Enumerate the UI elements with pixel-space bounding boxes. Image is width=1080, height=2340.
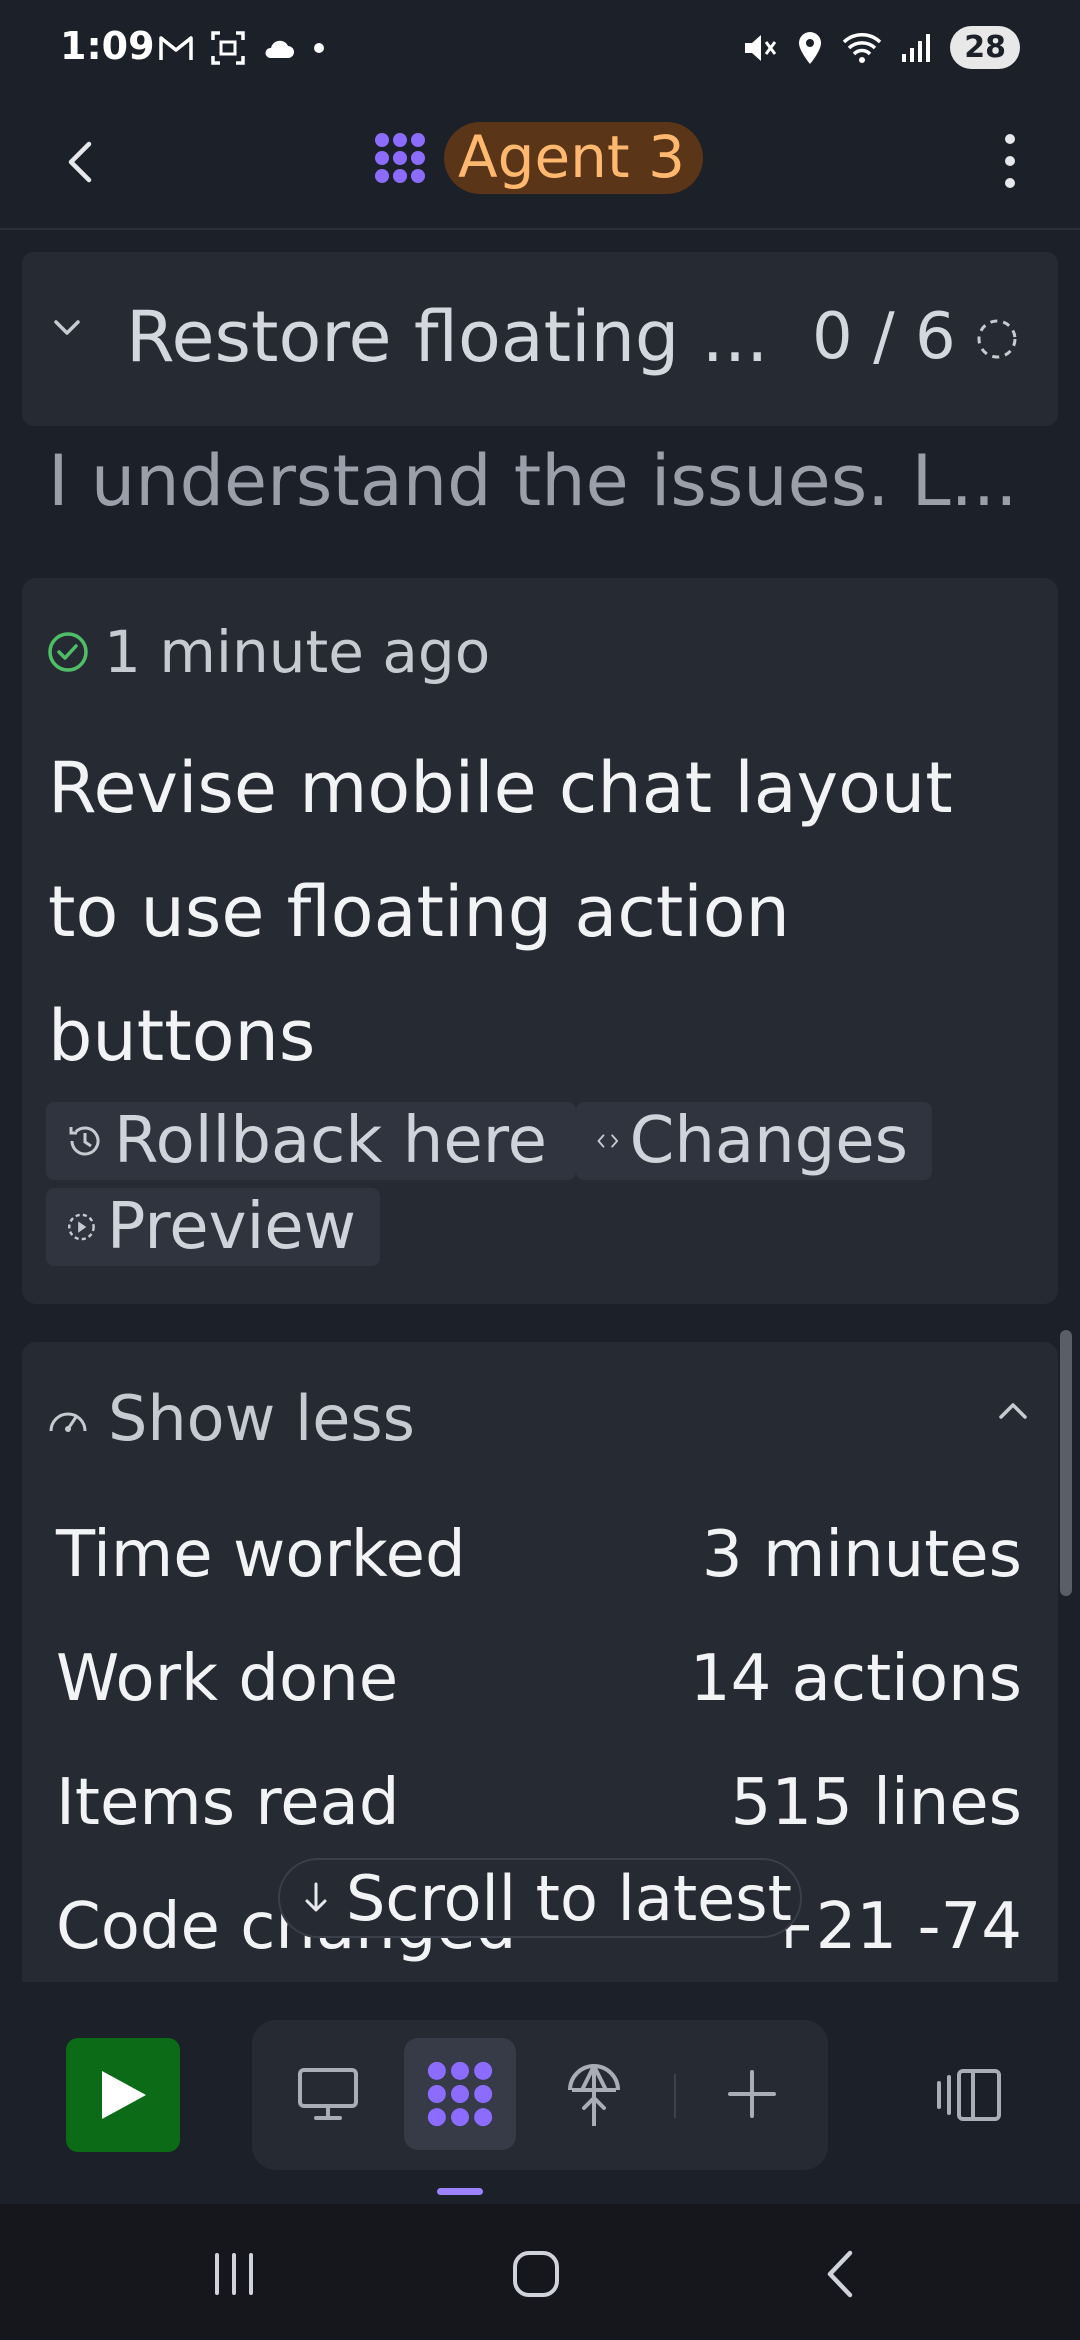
status-left-icons: [158, 30, 326, 66]
play-icon: [102, 2071, 146, 2119]
changes-label: Changes: [629, 1104, 908, 1178]
cloud-icon: [265, 40, 294, 58]
battery-indicator: 28: [950, 26, 1020, 69]
active-tab-indicator: [437, 2188, 483, 2195]
tab-desktop[interactable]: [272, 2038, 384, 2150]
chevron-left-icon: [68, 141, 92, 183]
loading-spinner-icon: [977, 319, 1017, 359]
gauge-icon: [49, 1412, 87, 1432]
kebab-dot: [1005, 156, 1015, 166]
kebab-dot: [1005, 134, 1015, 144]
back-button[interactable]: [50, 132, 110, 192]
signal-icon: [902, 33, 931, 62]
code-icon: [597, 1134, 619, 1148]
chevron-up-icon[interactable]: [996, 1400, 1030, 1422]
location-icon: [799, 31, 822, 64]
split-panel-icon: [937, 2069, 1001, 2121]
rollback-button[interactable]: Rollback here: [46, 1102, 576, 1180]
history-icon: [69, 1126, 100, 1156]
desktop-icon: [298, 2068, 358, 2120]
status-right-icons: 28: [742, 26, 1020, 69]
stat-value: 3 minutes: [701, 1518, 1022, 1592]
stat-row-work-done: Work done 14 actions: [56, 1642, 1022, 1716]
scroll-to-latest-label: Scroll to latest: [346, 1861, 792, 1935]
plus-icon: [728, 2070, 776, 2118]
status-bar: 1:09 28: [0, 0, 1080, 100]
show-less-label: Show less: [108, 1382, 415, 1455]
back-arrow-icon: [827, 2250, 853, 2298]
preview-button[interactable]: Preview: [46, 1188, 380, 1266]
stat-row-time-worked: Time worked 3 minutes: [56, 1518, 1022, 1592]
agent-logo-icon: [375, 133, 425, 183]
recents-icon: [215, 2253, 253, 2295]
play-circle-icon: [68, 1213, 95, 1241]
tool-tabs: [252, 2020, 828, 2170]
mute-icon: [745, 34, 777, 61]
chevron-down-icon: [54, 320, 80, 335]
stat-label: Time worked: [56, 1518, 466, 1592]
stat-label: Items read: [56, 1766, 400, 1840]
run-button[interactable]: [66, 2038, 180, 2152]
system-nav-bar: [0, 2204, 1080, 2340]
agent-selector[interactable]: Agent 3: [372, 122, 704, 194]
rollback-label: Rollback here: [114, 1104, 547, 1178]
checkpoint-card: 1 minute ago Revise mobile chat layout t…: [22, 578, 1058, 1304]
task-progress-bar[interactable]: Restore floating ... 0 / 6: [22, 252, 1058, 426]
show-less-toggle[interactable]: Show less: [46, 1382, 415, 1455]
stat-value: 14 actions: [689, 1642, 1022, 1716]
scroll-to-latest-button[interactable]: Scroll to latest: [278, 1858, 802, 1938]
screenshot-icon: [211, 31, 245, 65]
stat-row-items-read: Items read 515 lines: [56, 1766, 1022, 1840]
checkpoint-timestamp: 1 minute ago: [104, 618, 491, 686]
bottom-toolbar: [0, 1982, 1080, 2204]
checkpoint-title: Revise mobile chat layout to use floatin…: [48, 747, 953, 1077]
scrollbar-thumb[interactable]: [1060, 1330, 1072, 1596]
recent-apps-button[interactable]: [174, 2234, 294, 2314]
system-back-button[interactable]: [780, 2234, 900, 2314]
panel-toggle-button[interactable]: [910, 2038, 1030, 2152]
toolbar-divider: [674, 2074, 676, 2118]
status-time: 1:09: [60, 24, 155, 68]
stat-value: 515 lines: [730, 1766, 1022, 1840]
check-circle-icon: [48, 632, 88, 672]
preview-label: Preview: [106, 1190, 356, 1264]
home-icon: [513, 2251, 559, 2297]
checkpoint-timestamp-row: 1 minute ago: [46, 618, 490, 686]
arrow-down-icon: [305, 1882, 327, 1912]
more-options-button[interactable]: [980, 126, 1040, 196]
wifi-icon: [843, 32, 882, 63]
agent-message-preview: I understand the issues. L...: [48, 440, 1018, 522]
kebab-dot: [1005, 178, 1015, 188]
dot-icon: [314, 43, 324, 53]
home-button[interactable]: [476, 2234, 596, 2314]
tab-agent[interactable]: [404, 2038, 516, 2150]
add-tab-button[interactable]: [696, 2038, 808, 2150]
app-screen: 1:09 28 Agent 3 Restore floating ... 0 /…: [0, 0, 1080, 2340]
changes-button[interactable]: Changes: [576, 1102, 932, 1180]
task-progress-count: 0 / 6: [812, 300, 956, 374]
agent-icon: [427, 2061, 493, 2127]
stat-label: Work done: [56, 1642, 399, 1716]
deploy-icon: [568, 2064, 620, 2126]
tab-deploy[interactable]: [538, 2038, 650, 2150]
agent-name: Agent 3: [444, 122, 704, 194]
task-title: Restore floating ...: [126, 296, 769, 378]
gmail-icon: [159, 36, 193, 60]
app-header: Agent 3: [0, 100, 1080, 230]
